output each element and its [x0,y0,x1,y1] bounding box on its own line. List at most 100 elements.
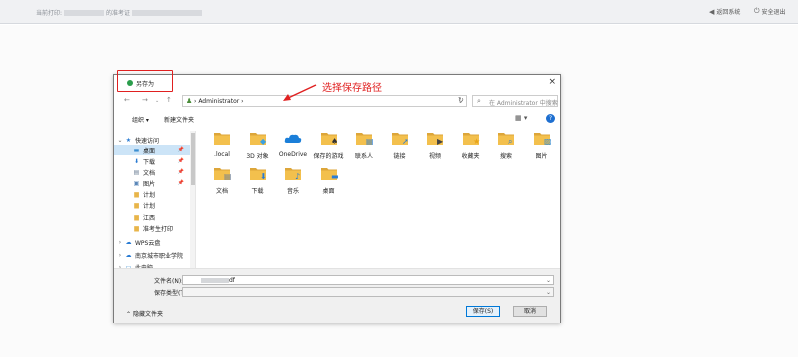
file-item[interactable]: ➚ 链接 [382,131,418,167]
address-bar: ← → ⌄ ↑ ♟ › Administrator › ⌄ ↻ ⌕ 在 Admi… [124,95,558,107]
back-to-system-link[interactable]: ◀ 返回系统 [709,7,740,17]
new-folder-button[interactable]: 新建文件夹 [164,115,194,124]
current-print-label: 当前打印: 的准考证 [36,8,204,17]
annotation-text: 选择保存路径 [322,83,382,94]
pin-icon: 📌 [177,169,184,175]
nav-item[interactable]: ▆ 江西 [114,212,195,222]
file-item-label: 联系人 [354,153,373,160]
help-icon[interactable]: ? [546,114,555,123]
nav-item[interactable]: ▤ 文档 📌 [114,167,195,177]
file-item[interactable]: ⌕ 搜索 [488,131,524,167]
expand-chevron-icon[interactable]: ⌄ [116,137,124,144]
nav-item-icon: ▆ [134,224,139,232]
nav-scrollbar[interactable] [190,131,195,268]
nav-item-label: WPS云盘 [135,239,161,247]
nav-item-icon: ☁ [125,238,132,246]
file-item-label: 图片 [535,153,548,160]
nav-item-icon: ▤ [133,168,140,176]
file-item[interactable]: ⬇ 下载 [240,166,276,202]
file-item-label: .local [214,151,230,158]
nav-item-label: 计划 [143,191,156,199]
nav-item[interactable]: ▣ 图片 📌 [114,178,195,188]
file-item[interactable]: ♪ 音乐 [275,166,311,202]
file-item[interactable]: ▤ 联系人 [346,131,382,167]
view-options-icon[interactable]: ▦ ▾ [515,114,527,122]
file-item[interactable]: OneDrive [275,131,311,167]
svg-text:♠: ♠ [331,137,338,146]
svg-text:▤: ▤ [366,137,373,146]
user-folder-icon: ♟ [186,97,193,105]
filename-field[interactable]: df ⌄ [182,275,554,285]
folder-icon: ➚ [391,133,408,146]
nav-item[interactable]: ▆ 计划 [114,200,195,210]
folder-icon: ▬ [320,168,338,181]
organize-menu[interactable]: 组织 ▾ [132,115,149,124]
cancel-button[interactable]: 取消 [513,306,547,317]
pin-icon: 📌 [177,158,184,164]
forward-arrow-icon[interactable]: → [142,96,148,104]
filename-dropdown-icon[interactable]: ⌄ [546,277,551,284]
back-arrow-icon[interactable]: ← [124,96,130,104]
nav-scrollbar-thumb[interactable] [191,133,195,185]
nav-item-label: 计划 [143,202,156,210]
file-item[interactable]: ▶ 视频 [417,131,453,167]
nav-item[interactable]: ⬇ 下载 📌 [114,156,195,166]
hide-folders-toggle[interactable]: ⌃ 隐藏文件夹 [126,309,163,318]
redacted-name [64,10,105,16]
nav-item-label: 快速访问 [135,137,160,145]
file-grid: .local ◆ 3D 对象 OneDrive ♠ 保存的游戏 ▤ 联系人 ➚ 链接 ▶ 视频 ★ 收藏夹… [204,131,554,268]
annotation-arrow [283,84,317,101]
logout-link[interactable]: ⏻ 安全退出 [754,7,786,16]
expand-chevron-icon[interactable]: › [116,252,124,259]
nav-item[interactable]: › ☁ 南京城市职业学院 [114,250,195,260]
file-item-label: OneDrive [278,151,308,158]
redacted-block [132,10,203,16]
folder-icon [214,133,230,145]
folder-icon: ★ [462,133,480,146]
file-item[interactable]: ▬ 桌面 [311,166,347,202]
folder-icon: ▶ [427,133,444,146]
close-icon[interactable]: × [548,77,556,87]
onedrive-icon [284,134,302,143]
nav-item-icon: ⬇ [133,157,140,165]
nav-item[interactable]: ▆ 准考生打印 [114,223,195,233]
nav-item-icon: ▣ [133,179,140,187]
file-item-label: 视频 [428,153,441,160]
refresh-icon[interactable]: ↻ [458,96,464,104]
file-item[interactable]: ♠ 保存的游戏 [311,131,347,167]
nav-item-icon: ▆ [134,201,139,209]
file-item-label: 收藏夹 [461,153,480,160]
nav-item[interactable]: ⌄ ★ 快速访问 [114,135,195,145]
path-field[interactable]: ♟ › Administrator › ⌄ [182,95,467,107]
nav-item[interactable]: › ☁ WPS云盘 [114,237,195,247]
chevron-up-icon: ⌃ [126,311,132,318]
file-item[interactable]: .local [204,131,240,167]
filetype-dropdown-icon[interactable]: ⌄ [546,289,551,296]
folder-icon: ⬇ [249,168,266,181]
file-item-label: 搜索 [499,153,512,160]
save-button[interactable]: 保存(S) [466,306,500,317]
path-text: › Administrator › [194,98,244,105]
filetype-select[interactable]: ⌄ [182,287,554,297]
expand-chevron-icon[interactable]: › [116,239,124,246]
nav-item-label: 准考生打印 [143,225,174,233]
nav-item[interactable]: ▆ 计划 [114,189,195,199]
search-icon: ⌕ [477,97,481,105]
file-item[interactable]: ★ 收藏夹 [453,131,489,167]
svg-text:⌕: ⌕ [508,137,512,146]
up-arrow-icon[interactable]: ↑ [166,96,172,104]
folder-icon: ♪ [285,168,301,181]
save-options-panel: 文件名(N): df ⌄ 保存类型(T): ⌄ ⌃ 隐藏文件夹 保存(S) 取消 [114,268,560,323]
file-item-label: 链接 [393,153,406,160]
folder-icon: ⌕ [498,133,514,146]
search-input[interactable]: ⌕ 在 Administrator 中搜索 [472,95,558,107]
recent-dropdown-icon[interactable]: ⌄ [155,98,159,104]
command-bar: 组织 ▾ 新建文件夹 ▦ ▾ ? [114,112,560,124]
file-item[interactable]: ▤ 文档 [204,166,240,202]
nav-item[interactable]: ▬ 桌面 📌 [114,145,195,155]
file-item[interactable]: ◆ 3D 对象 [240,131,276,167]
power-icon: ⏻ [754,7,760,15]
file-item[interactable]: ▨ 图片 [524,131,560,167]
navigation-pane: › ▭ 此电脑 › ☁ 南京城市职业学院 › ☁ WPS云盘 ▆ 准考生打印 ▆ 江西 ▆ 计划 ▆ 计划 ▣ 图片… [114,131,196,268]
folder-icon: ♠ [320,133,338,146]
